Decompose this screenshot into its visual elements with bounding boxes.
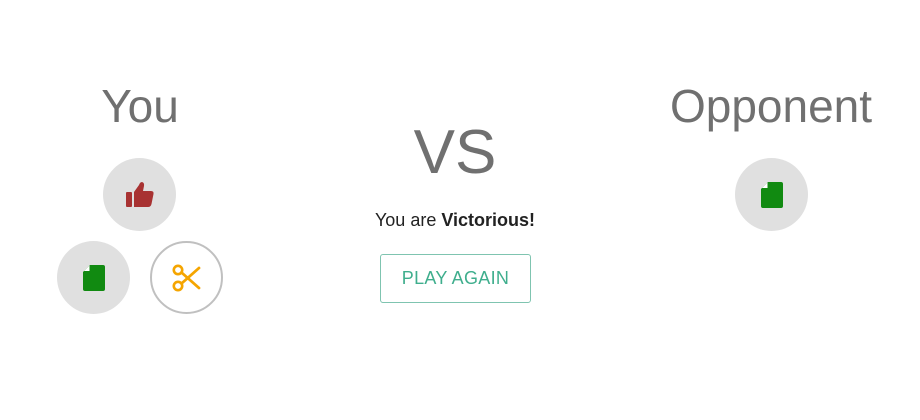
paper-choice-button[interactable]	[57, 241, 130, 314]
scissors-choice-button[interactable]	[150, 241, 223, 314]
result-outcome: Victorious!	[441, 210, 536, 230]
opponent-paper-choice	[735, 158, 808, 231]
paper-icon	[760, 181, 783, 208]
scissors-icon	[172, 263, 202, 293]
result-prefix: You are	[374, 210, 437, 230]
versus-label: VS	[413, 118, 497, 187]
you-title: You	[101, 80, 179, 132]
rock-choice-button[interactable]	[103, 158, 176, 231]
opponent-title: Opponent	[669, 80, 873, 132]
play-again-button[interactable]: PLAY AGAIN	[380, 254, 531, 303]
result-message: You are Victorious!	[305, 207, 605, 233]
game-board: You Opponent VS You are Victorious! PLAY…	[0, 0, 920, 420]
paper-icon	[82, 264, 105, 291]
thumbs-up-icon	[125, 181, 155, 209]
